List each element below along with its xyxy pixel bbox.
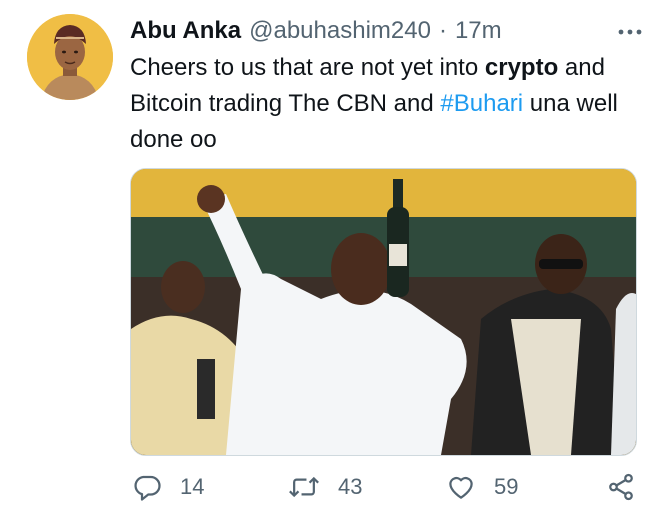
author-name[interactable]: Abu Anka bbox=[130, 17, 241, 45]
separator-dot: · bbox=[438, 17, 447, 44]
reply-icon bbox=[132, 472, 162, 502]
tweet-timestamp[interactable]: 17m bbox=[455, 17, 502, 45]
avatar-image bbox=[27, 14, 113, 100]
tweet-photo[interactable] bbox=[130, 168, 637, 456]
share-button[interactable] bbox=[606, 466, 636, 508]
tweet-text-bold: crypto bbox=[484, 54, 559, 81]
avatar[interactable] bbox=[27, 14, 113, 100]
retweet-button[interactable]: 43 bbox=[288, 466, 362, 508]
share-icon bbox=[606, 472, 636, 502]
tweet-text: Cheers to us that are not yet into crypt… bbox=[130, 50, 650, 158]
tweet-actions: 14 43 59 bbox=[130, 466, 640, 508]
hashtag-link[interactable]: #Buhari bbox=[440, 90, 523, 117]
photo-image bbox=[131, 169, 636, 455]
reply-button[interactable]: 14 bbox=[132, 466, 204, 508]
retweet-icon bbox=[288, 472, 320, 502]
like-count: 59 bbox=[494, 474, 519, 499]
like-button[interactable]: 59 bbox=[446, 466, 518, 508]
more-options-icon[interactable] bbox=[616, 20, 644, 44]
reply-count: 14 bbox=[180, 474, 205, 499]
heart-icon bbox=[446, 472, 476, 502]
retweet-count: 43 bbox=[338, 474, 363, 499]
tweet-text-part: Cheers to us that are not yet into bbox=[130, 54, 485, 81]
tweet-header: Abu Anka @abuhashim240 · 17m bbox=[130, 14, 644, 48]
author-handle[interactable]: @abuhashim240 bbox=[249, 17, 431, 45]
